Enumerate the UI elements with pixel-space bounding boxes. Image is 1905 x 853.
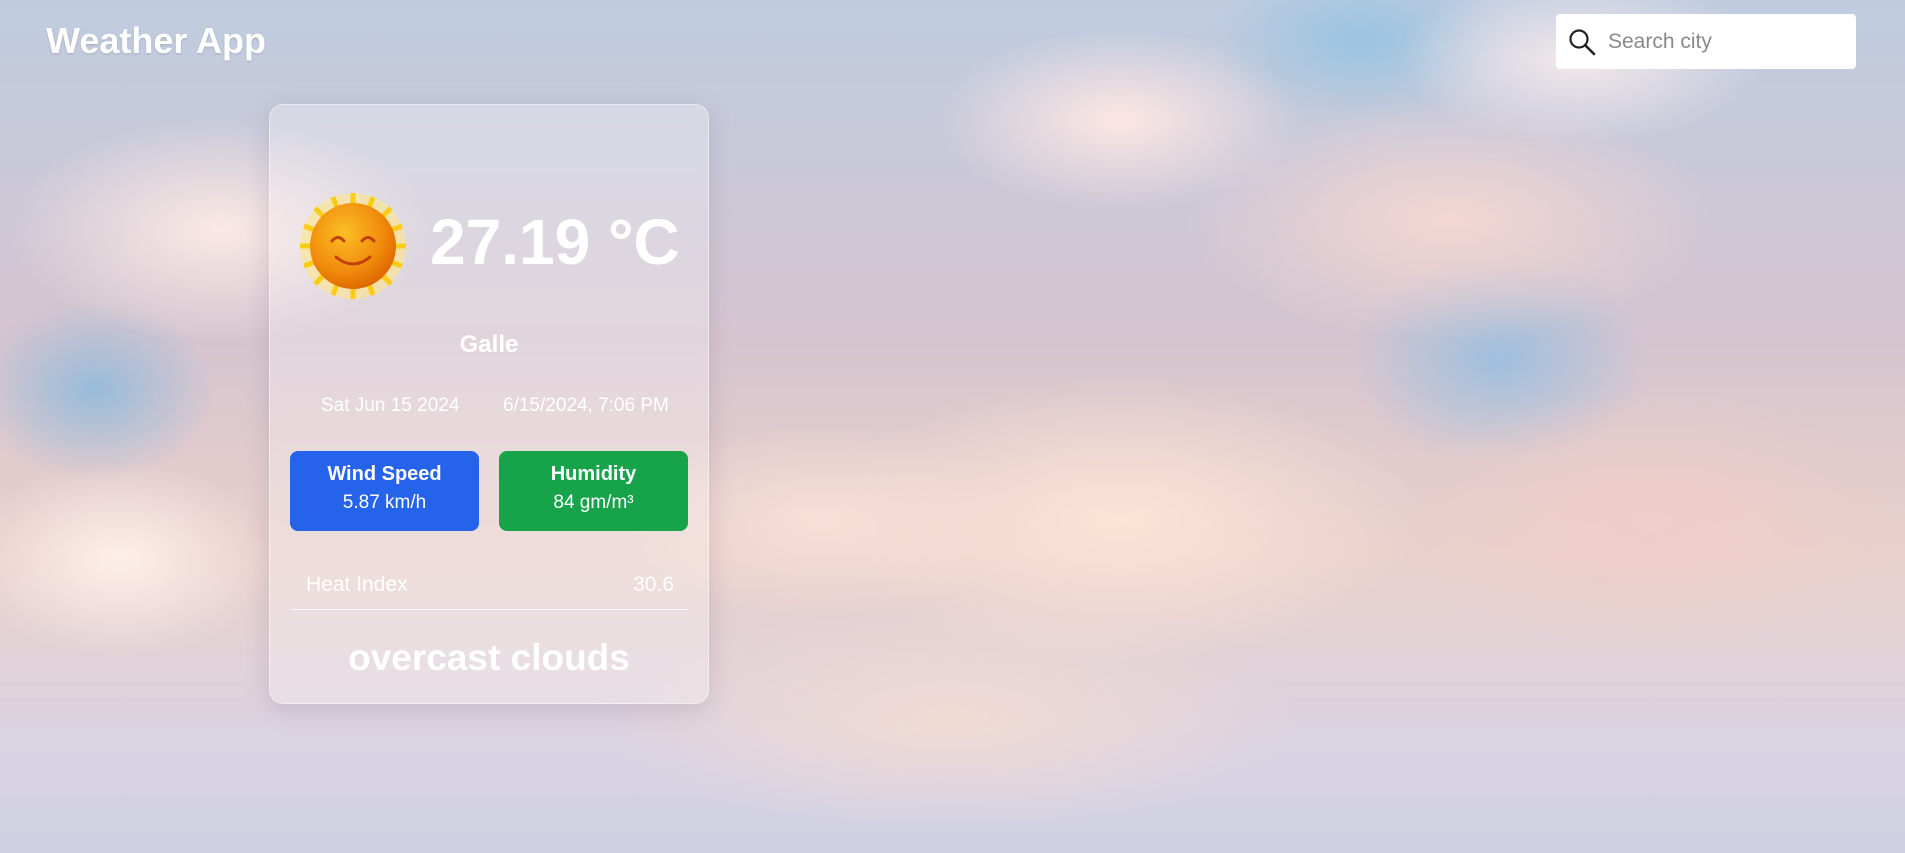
heat-index-value: 30.6 [633, 573, 674, 596]
humidity-value: 84 gm/m³ [553, 492, 634, 513]
humidity-label: Humidity [550, 463, 637, 485]
date-label: Sat Jun 15 2024 [321, 395, 460, 416]
weather-page: Weather App Search city 27.19 °C Galle S… [0, 0, 1905, 853]
city-name: Galle [459, 331, 519, 358]
humidity-card: Humidity 84 gm/m³ [499, 451, 688, 531]
wind-speed-card: Wind Speed 5.87 km/h [290, 451, 479, 531]
search-icon [1569, 28, 1596, 55]
datetime-label: 6/15/2024, 7:06 PM [503, 395, 669, 416]
search-input[interactable] [1606, 28, 1840, 55]
wind-speed-label: Wind Speed [327, 463, 442, 485]
weather-card: 27.19 °C Galle Sat Jun 15 2024 6/15/2024… [269, 104, 709, 704]
temperature: 27.19 °C [430, 206, 680, 278]
sun-icon [300, 193, 406, 299]
search-box[interactable] [1556, 14, 1856, 69]
weather-description: overcast clouds [348, 637, 630, 678]
heat-index-row: Heat Index 30.6 [290, 569, 688, 610]
app-title: Weather App [46, 20, 267, 61]
heat-index-label: Heat Index [306, 573, 408, 596]
wind-speed-value: 5.87 km/h [342, 492, 427, 513]
